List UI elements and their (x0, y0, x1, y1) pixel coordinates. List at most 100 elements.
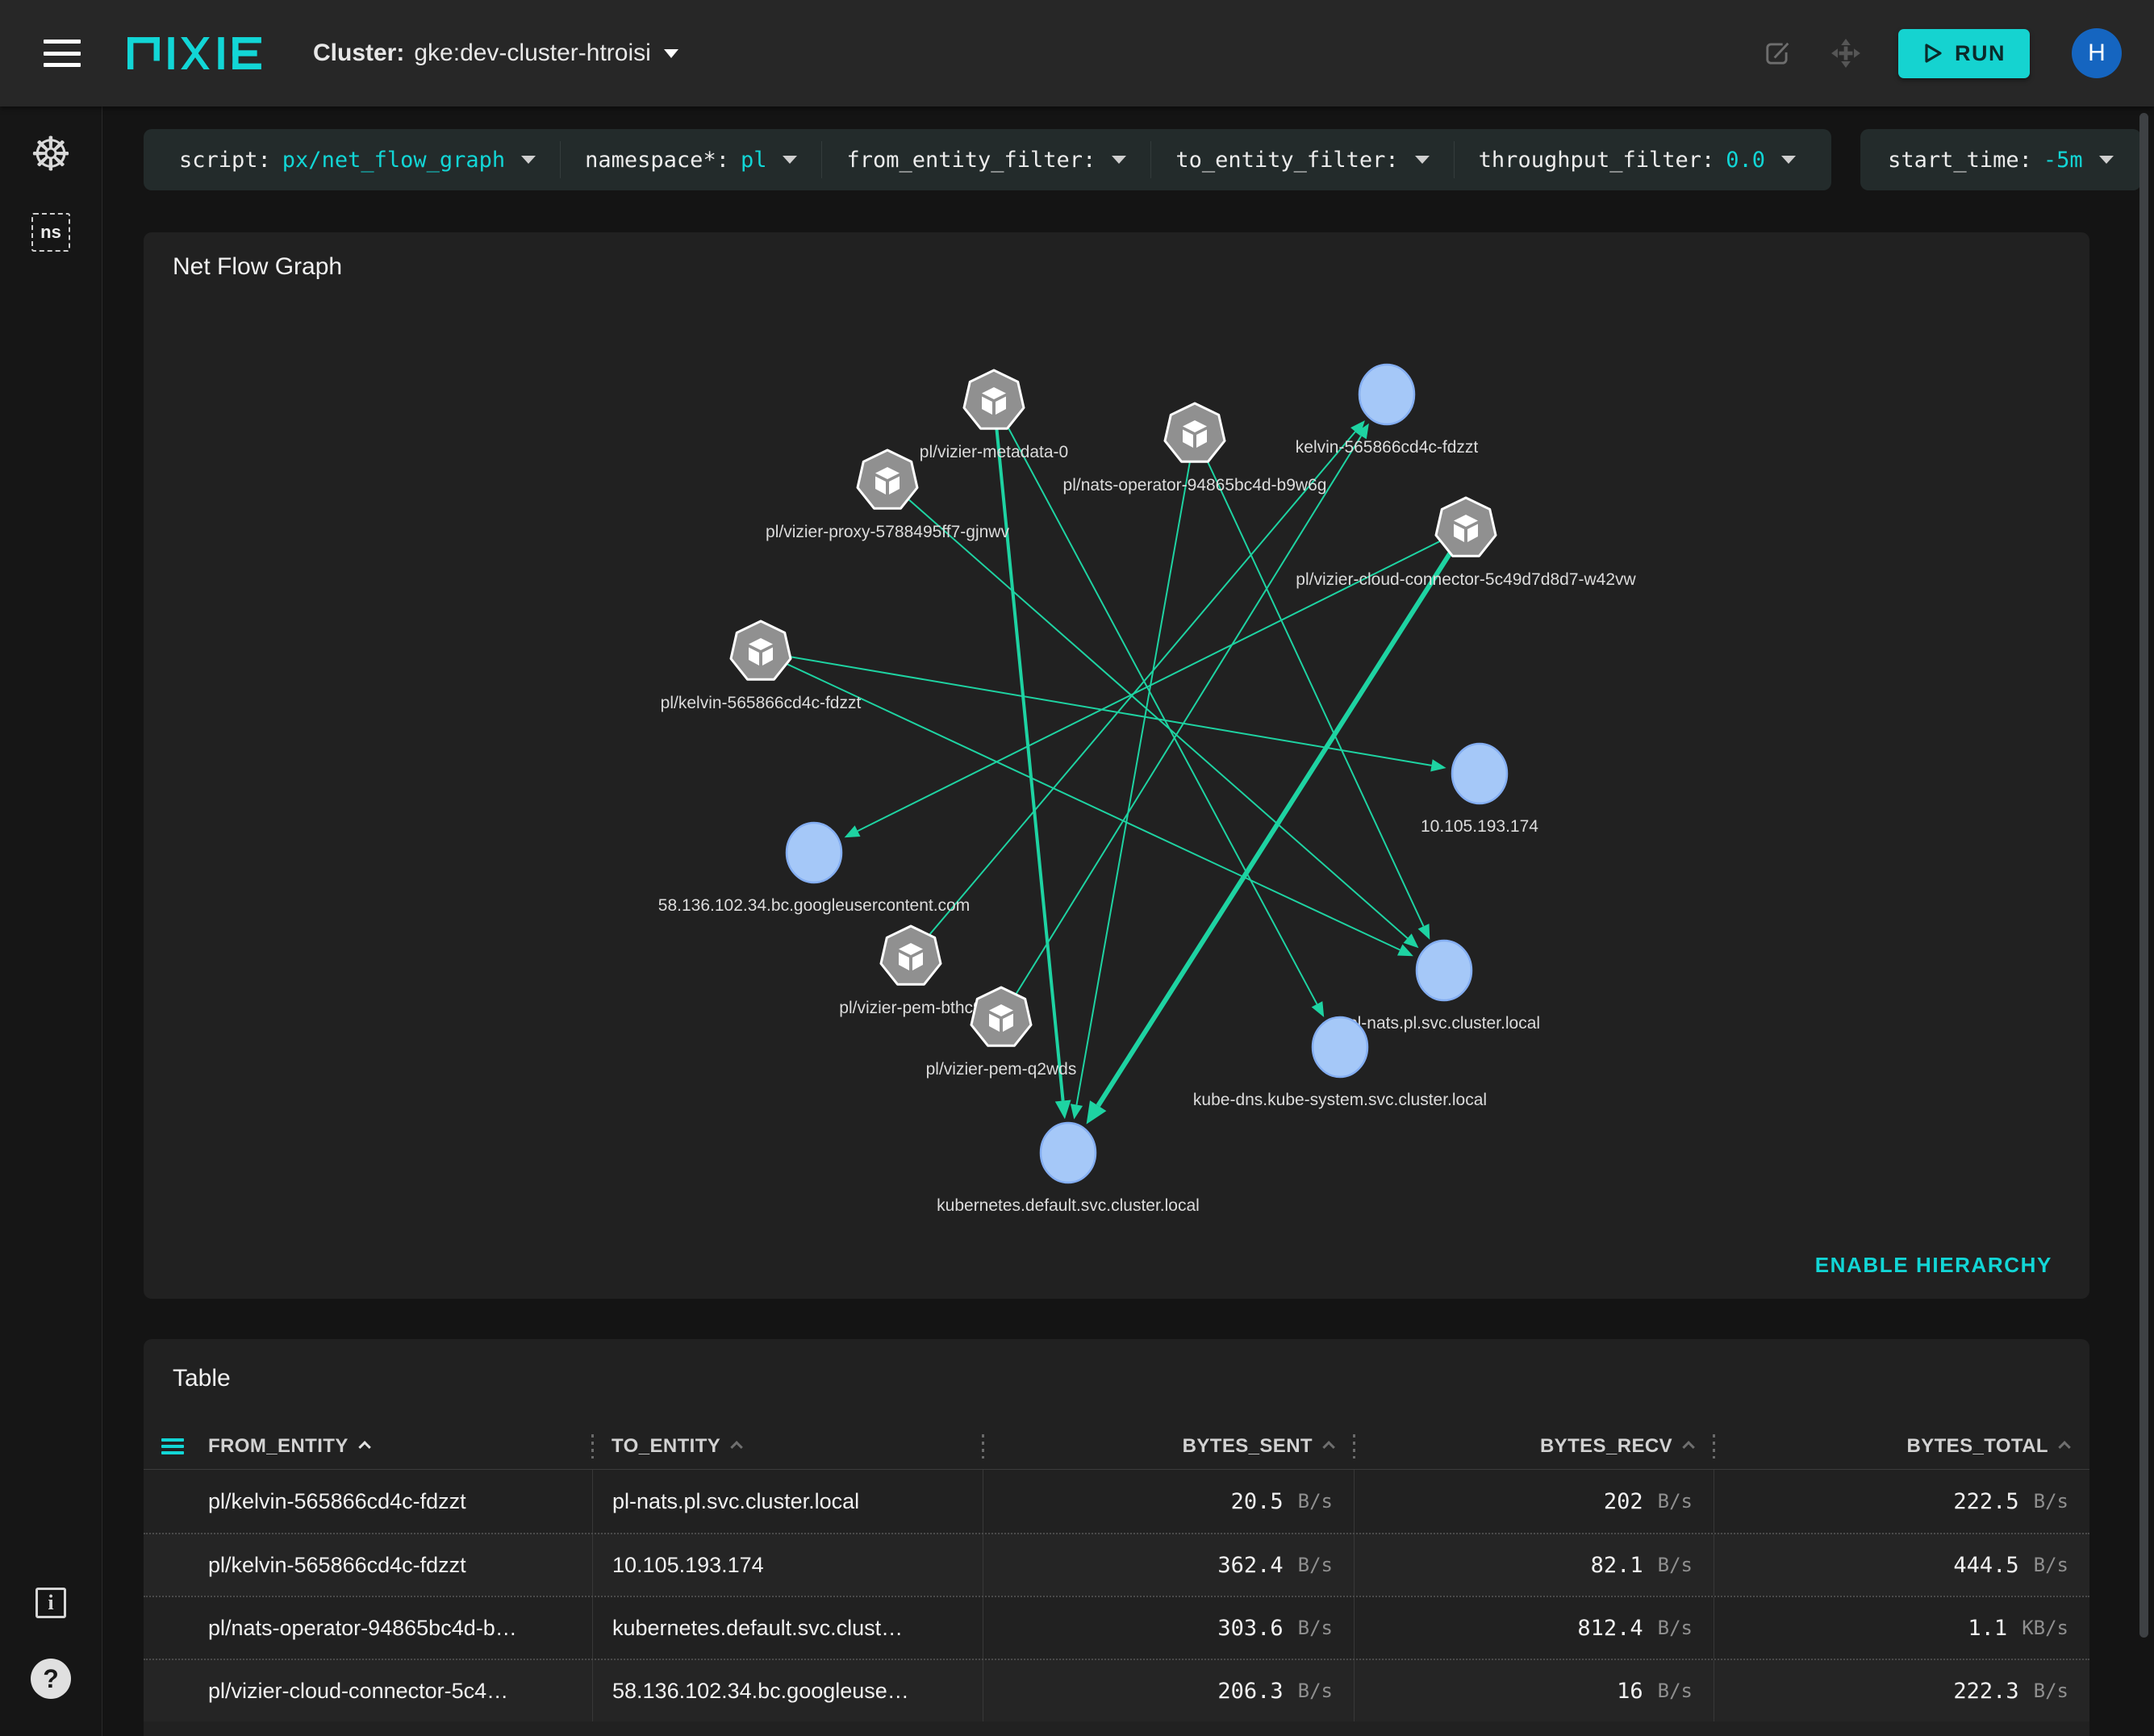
cell-unit: B/s (2033, 1680, 2068, 1702)
flow-edge-pem-q2wds-to-kelvin-svc (1000, 435, 1363, 1019)
sort-icon (1682, 1441, 1695, 1454)
edit-pencil-icon (1766, 42, 1789, 65)
filter-label: namespace*: (585, 147, 729, 173)
start-time-filter[interactable]: start_time: -5m (1860, 129, 2141, 190)
filter-label: script: (179, 147, 271, 173)
pod-heptagon-icon (729, 620, 792, 681)
filter-label: to_entity_filter: (1175, 147, 1399, 173)
script-args-bar: script: px/net_flow_graph namespace*: pl fro… (144, 129, 1832, 190)
cell-bytes-recv: 16 B/s (1354, 1660, 1714, 1721)
cluster-label: Cluster: (313, 40, 405, 66)
cluster-selector[interactable]: Cluster: gke:dev-cluster-htroisi (313, 40, 678, 67)
menu-icon[interactable] (44, 40, 81, 67)
graph-node-ip10[interactable] (1451, 742, 1509, 805)
flow-edge-arrowhead (1054, 1100, 1071, 1120)
graph-node-kelvin-svc[interactable] (1358, 363, 1416, 426)
help-icon[interactable]: ? (31, 1659, 71, 1699)
filter-script[interactable]: script: px/net_flow_graph (155, 141, 561, 178)
col-label: BYTES_RECV (1539, 1434, 1672, 1457)
cell-to-entity: 10.105.193.174 (592, 1534, 983, 1596)
filter-to-entity-filter[interactable]: to_entity_filter: (1151, 141, 1455, 178)
cell-from-entity: pl/vizier-cloud-connector-5c4… (189, 1660, 592, 1721)
cell-unit: B/s (1297, 1680, 1333, 1702)
graph-node-pl-nats[interactable] (1415, 939, 1473, 1002)
pod-heptagon-icon (970, 986, 1033, 1047)
row-gutter (144, 1470, 189, 1533)
cell-bytes-recv: 812.4 B/s (1354, 1597, 1714, 1659)
filter-value: 0.0 (1726, 147, 1766, 173)
graph-node-cloud-connector[interactable] (1434, 496, 1497, 557)
graph-node-pem-q2wds[interactable] (970, 986, 1033, 1047)
cell-value: kubernetes.default.svc.clust… (612, 1615, 904, 1640)
sidebar: ☸ ns i ? (0, 106, 102, 1736)
filter-label: throughput_filter: (1478, 147, 1715, 173)
pod-heptagon-icon (856, 449, 919, 510)
table-body: pl/kelvin-565866cd4c-fdzzt pl-nats.pl.svc… (144, 1470, 2089, 1721)
cell-unit: B/s (2033, 1490, 2068, 1513)
graph-node-kelvin-pod[interactable] (729, 620, 792, 681)
edit-script-button[interactable] (1761, 37, 1793, 69)
cell-bytes-recv: 202 B/s (1354, 1470, 1714, 1533)
info-icon[interactable]: i (35, 1588, 66, 1618)
graph-node-nats-operator[interactable] (1163, 402, 1226, 463)
namespace-icon[interactable]: ns (31, 213, 70, 252)
graph-node-label: kube-dns.kube-system.svc.cluster.local (1193, 1091, 1487, 1109)
graph-node-label: pl/vizier-metadata-0 (920, 443, 1068, 461)
cell-unit: B/s (1297, 1490, 1333, 1513)
service-circle-icon (785, 821, 843, 884)
table-menu-cell (144, 1423, 189, 1469)
cell-value: 202 (1603, 1488, 1643, 1514)
flow-graph-canvas[interactable]: pl/vizier-metadata-0 pl/nats-operator-948… (144, 232, 2089, 1299)
cell-value: 20.5 (1230, 1488, 1284, 1514)
cell-from-entity: pl/kelvin-565866cd4c-fdzzt (189, 1470, 592, 1533)
cell-value: 10.105.193.174 (612, 1552, 764, 1577)
cell-to-entity: pl-nats.pl.svc.cluster.local (592, 1470, 983, 1533)
col-label: TO_ENTITY (612, 1434, 721, 1457)
cell-unit: B/s (1657, 1490, 1693, 1513)
page-scrollbar[interactable] (2139, 113, 2148, 1638)
start-time-value: -5m (2043, 147, 2083, 173)
graph-node-pem-bthc9[interactable] (879, 924, 942, 986)
avatar[interactable]: H (2072, 28, 2122, 78)
graph-node-label: 58.136.102.34.bc.googleusercontent.com (658, 896, 970, 915)
graph-node-kube-dns[interactable] (1311, 1016, 1369, 1079)
graph-node-label: pl/vizier-cloud-connector-5c49d7d8d7-w42… (1296, 570, 1636, 589)
cell-value: 222.5 (1953, 1488, 2019, 1514)
table-row[interactable]: pl/vizier-cloud-connector-5c4… 58.136.102… (144, 1659, 2089, 1721)
table-row[interactable]: pl/nats-operator-94865bc4d-b… kubernetes.… (144, 1596, 2089, 1659)
service-circle-icon (1358, 363, 1416, 426)
cell-unit: B/s (1297, 1554, 1333, 1576)
graph-node-label: pl/vizier-pem-q2wds (926, 1060, 1077, 1079)
cluster-value: gke:dev-cluster-htroisi (414, 40, 651, 66)
filter-value: px/net_flow_graph (282, 147, 506, 173)
table-menu-icon[interactable] (161, 1438, 184, 1454)
cell-bytes-sent: 20.5 B/s (983, 1470, 1354, 1533)
cell-to-entity: 58.136.102.34.bc.googleuse… (592, 1660, 983, 1721)
filter-from-entity-filter[interactable]: from_entity_filter: (822, 141, 1152, 178)
cell-bytes-total: 222.5 B/s (1714, 1470, 2089, 1533)
graph-node-ext58[interactable] (785, 821, 843, 884)
flow-edge-arrowhead (1311, 1001, 1325, 1017)
filter-namespace[interactable]: namespace*: pl (561, 141, 823, 178)
table-row[interactable]: pl/kelvin-565866cd4c-fdzzt 10.105.193.174… (144, 1533, 2089, 1596)
cell-value: 206.3 (1217, 1678, 1284, 1704)
table-row[interactable]: pl/kelvin-565866cd4c-fdzzt pl-nats.pl.svc… (144, 1470, 2089, 1533)
pixie-live-view: Cluster: gke:dev-cluster-htroisi RUN H ☸… (0, 0, 2154, 1736)
cell-unit: B/s (1657, 1617, 1693, 1639)
table-panel-title: Table (173, 1365, 231, 1392)
enable-hierarchy-button[interactable]: ENABLE HIERARCHY (1815, 1253, 2052, 1278)
graph-node-proxy[interactable] (856, 449, 919, 510)
cluster-helm-icon[interactable]: ☸ (30, 131, 72, 177)
run-button[interactable]: RUN (1898, 28, 2030, 78)
col-header-from-entity[interactable]: FROM_ENTITY (189, 1423, 592, 1469)
col-header-bytes-total[interactable]: BYTES_TOTAL (1714, 1423, 2089, 1469)
move-widgets-button[interactable] (1830, 38, 1861, 69)
col-header-to-entity[interactable]: TO_ENTITY (592, 1423, 983, 1469)
pixie-logo[interactable] (127, 37, 263, 69)
graph-node-metadata[interactable] (962, 369, 1025, 430)
cell-bytes-sent: 206.3 B/s (983, 1660, 1354, 1721)
graph-node-kubernetes[interactable] (1039, 1121, 1097, 1184)
col-header-bytes-sent[interactable]: BYTES_SENT (983, 1423, 1354, 1469)
filter-throughput-filter[interactable]: throughput_filter: 0.0 (1455, 141, 1820, 178)
col-header-bytes-recv[interactable]: BYTES_RECV (1354, 1423, 1714, 1469)
